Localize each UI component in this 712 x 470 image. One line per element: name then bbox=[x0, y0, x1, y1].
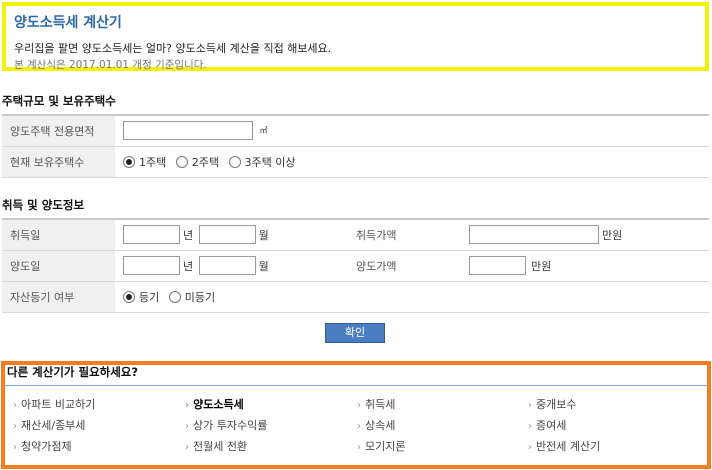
section-title-housing: 주택규모 및 보유주택수 bbox=[2, 94, 116, 108]
area-row: 양도주택 전용면적 ㎡ bbox=[2, 115, 709, 147]
acquisition-year-input[interactable] bbox=[123, 225, 180, 245]
transaction-form: 취득일 년 월 취득가액 만원 양도일 년 월 양도가액 만원 자산등기 여부 … bbox=[2, 218, 709, 313]
calculator-link[interactable]: › 중개보수 bbox=[528, 397, 699, 413]
house-count-radio-3[interactable] bbox=[228, 155, 241, 168]
calculator-link[interactable]: › 양도소득세 bbox=[185, 397, 357, 413]
house-count-option-1[interactable]: 1주택 bbox=[139, 154, 166, 170]
registration-label: 자산등기 여부 bbox=[2, 281, 115, 313]
bullet-icon: › bbox=[185, 442, 189, 453]
area-label: 양도주택 전용면적 bbox=[2, 115, 115, 147]
other-calculators-panel: 다른 계산기가 필요하세요? › 아파트 비교하기 › 양도소득세 › 취득세 › 중개보수 ›… bbox=[1, 361, 711, 469]
bullet-icon: › bbox=[357, 421, 361, 432]
sale-row: 양도일 년 월 양도가액 만원 bbox=[2, 250, 709, 282]
revision-note: 본 계산식은 2017.01.01 개정 기준입니다. bbox=[14, 59, 207, 71]
year-unit: 년 bbox=[183, 228, 194, 242]
page-description: 우리집을 팔면 양도소득세는 얼마? 양도소득세 계산을 직접 해보세요. bbox=[14, 42, 332, 55]
acquisition-date-label: 취득일 bbox=[2, 219, 115, 251]
bullet-icon: › bbox=[185, 400, 190, 411]
bullet-icon: › bbox=[528, 400, 532, 411]
house-count-radio-1[interactable] bbox=[123, 155, 135, 168]
calculator-link-label: 반전세 계산기 bbox=[536, 440, 601, 453]
calculator-link-label: 취득세 bbox=[365, 398, 396, 411]
bullet-icon: › bbox=[13, 421, 17, 432]
calculator-link[interactable]: › 증여세 bbox=[528, 418, 699, 434]
calculator-link-label: 양도소득세 bbox=[193, 398, 244, 411]
calculator-link[interactable]: › 상속세 bbox=[357, 418, 528, 434]
confirm-button[interactable]: 확인 bbox=[325, 323, 385, 343]
bullet-icon: › bbox=[528, 442, 532, 453]
won-unit: 만원 bbox=[602, 228, 623, 242]
calculator-link[interactable]: › 취득세 bbox=[357, 397, 528, 413]
calculator-link-label: 전월세 전환 bbox=[193, 440, 248, 453]
won-unit: 만원 bbox=[531, 259, 552, 273]
calculator-link-label: 모기지론 bbox=[365, 440, 406, 453]
bullet-icon: › bbox=[528, 421, 532, 432]
unregistered-option[interactable]: 미등기 bbox=[185, 289, 215, 305]
unregistered-radio[interactable] bbox=[168, 290, 181, 303]
house-count-label: 현재 보유주택수 bbox=[2, 146, 115, 178]
page-title: 양도소득세 계산기 bbox=[14, 15, 122, 31]
registration-row: 자산등기 여부 등기 미등기 bbox=[2, 281, 709, 313]
acquisition-month-input[interactable] bbox=[198, 225, 256, 245]
calculator-link[interactable]: › 아파트 비교하기 bbox=[13, 397, 185, 413]
housing-form: 양도주택 전용면적 ㎡ 현재 보유주택수 1주택 2주택 3주택 이상 bbox=[2, 114, 709, 178]
calculator-link-label: 상속세 bbox=[365, 419, 396, 432]
month-unit: 월 bbox=[258, 228, 269, 242]
sale-month-input[interactable] bbox=[198, 256, 256, 275]
calculator-link-label: 증여세 bbox=[536, 419, 567, 432]
calculator-link[interactable]: › 청약가점제 bbox=[13, 439, 185, 455]
calculator-link[interactable]: › 전월세 전환 bbox=[185, 439, 357, 455]
calculator-link-label: 아파트 비교하기 bbox=[21, 398, 96, 411]
month-unit: 월 bbox=[258, 259, 269, 273]
calculator-header: 양도소득세 계산기 우리집을 팔면 양도소득세는 얼마? 양도소득세 계산을 직… bbox=[2, 2, 709, 71]
calculator-link-label: 재산세/종부세 bbox=[21, 419, 86, 432]
bullet-icon: › bbox=[13, 442, 17, 453]
year-unit: 년 bbox=[183, 259, 194, 273]
calculator-link[interactable]: › 모기지론 bbox=[357, 439, 528, 455]
sale-date-label: 양도일 bbox=[2, 250, 115, 282]
bullet-icon: › bbox=[13, 400, 17, 411]
calculator-link[interactable]: › 상가 투자수익률 bbox=[185, 418, 357, 434]
registered-option[interactable]: 등기 bbox=[139, 289, 159, 305]
registered-radio[interactable] bbox=[123, 290, 135, 303]
calculator-link-label: 청약가점제 bbox=[21, 440, 72, 453]
area-input[interactable] bbox=[123, 121, 253, 141]
sale-year-input[interactable] bbox=[123, 256, 180, 275]
section-title-transaction: 취득 및 양도정보 bbox=[2, 198, 85, 212]
house-count-option-2[interactable]: 2주택 bbox=[192, 154, 219, 170]
acquisition-price-label: 취득가액 bbox=[348, 219, 461, 251]
house-count-option-3[interactable]: 3주택 이상 bbox=[245, 154, 296, 170]
calculator-link-label: 상가 투자수익률 bbox=[193, 419, 268, 432]
acquisition-price-input[interactable] bbox=[469, 225, 599, 245]
other-calculators-title: 다른 계산기가 필요하세요? bbox=[5, 365, 707, 386]
area-unit: ㎡ bbox=[259, 126, 268, 136]
calculator-link-label: 중개보수 bbox=[536, 398, 577, 411]
acquisition-row: 취득일 년 월 취득가액 만원 bbox=[2, 219, 709, 251]
calculator-link[interactable]: › 반전세 계산기 bbox=[528, 439, 699, 455]
sale-price-input[interactable] bbox=[469, 256, 526, 275]
calculator-link[interactable]: › 재산세/종부세 bbox=[13, 418, 185, 434]
house-count-row: 현재 보유주택수 1주택 2주택 3주택 이상 bbox=[2, 146, 709, 178]
sale-price-label: 양도가액 bbox=[348, 250, 461, 282]
bullet-icon: › bbox=[357, 442, 361, 453]
bullet-icon: › bbox=[357, 400, 361, 411]
bullet-icon: › bbox=[185, 421, 189, 432]
house-count-radio-2[interactable] bbox=[175, 155, 188, 168]
other-calculators-links: › 아파트 비교하기 › 양도소득세 › 취득세 › 중개보수 › 재산세/종부세 › 상가 투자수익… bbox=[13, 397, 703, 455]
